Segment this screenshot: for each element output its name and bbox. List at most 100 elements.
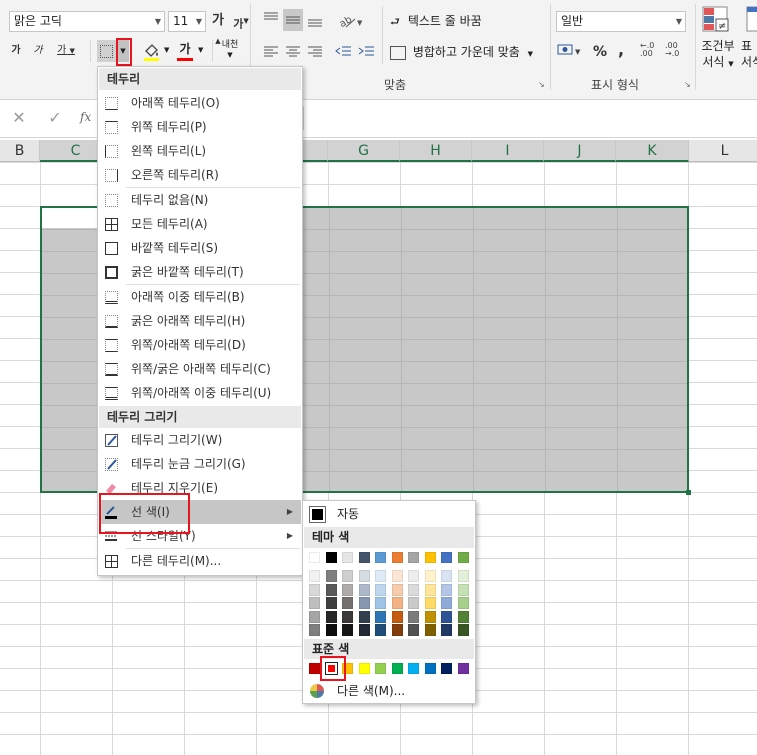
menu-item-top-border[interactable]: 위쪽 테두리(P) <box>99 115 301 139</box>
align-top-button[interactable] <box>262 9 280 27</box>
standard-color-swatch[interactable] <box>391 663 403 674</box>
font-size-combo[interactable]: 11 ▼ <box>168 11 206 32</box>
formula-input[interactable] <box>303 106 757 130</box>
chevron-down-icon[interactable]: ▼ <box>676 12 682 31</box>
more-colors-option[interactable]: 다른 색(M)... <box>305 680 473 702</box>
wrap-text-button[interactable]: ⮐ 텍스트 줄 바꿈 <box>390 11 535 31</box>
chevron-down-icon[interactable]: ▼ <box>164 46 169 54</box>
theme-color-swatch[interactable] <box>358 552 370 563</box>
theme-shade-swatch[interactable] <box>375 583 386 596</box>
automatic-color-option[interactable]: 자동 <box>305 503 473 525</box>
menu-item-more-borders[interactable]: 다른 테두리(M)... <box>99 549 301 573</box>
theme-shade-swatch[interactable] <box>424 583 436 596</box>
italic-button[interactable]: 가 <box>30 41 46 61</box>
theme-color-swatch[interactable] <box>424 552 436 563</box>
menu-item-top-bottom-border[interactable]: 위쪽/아래쪽 테두리(D) <box>99 333 301 357</box>
theme-shade-swatch[interactable] <box>391 610 403 623</box>
decrease-indent-button[interactable] <box>335 43 353 59</box>
fill-handle[interactable] <box>686 490 691 495</box>
comma-button[interactable]: , <box>614 40 628 60</box>
theme-shade-swatch[interactable] <box>375 624 386 636</box>
theme-shade-swatch[interactable] <box>375 597 386 609</box>
menu-item-thick-bottom-border[interactable]: 굵은 아래쪽 테두리(H) <box>99 309 301 333</box>
theme-shade-swatch[interactable] <box>325 610 337 623</box>
theme-shade-swatch[interactable] <box>325 570 337 582</box>
number-format-combo[interactable]: 일반 ▼ <box>556 11 686 32</box>
align-center-button[interactable] <box>284 43 302 59</box>
standard-color-swatch[interactable] <box>424 663 436 674</box>
theme-shade-swatch[interactable] <box>391 570 403 582</box>
cancel-icon[interactable]: ✕ <box>0 106 38 130</box>
theme-shade-swatch[interactable] <box>358 583 370 596</box>
theme-color-swatch[interactable] <box>325 552 337 563</box>
theme-shade-swatch[interactable] <box>325 597 337 609</box>
merge-center-button[interactable]: 병합하고 가운데 맞춤 ▼ <box>390 42 548 62</box>
column-header-L[interactable]: L <box>689 140 757 162</box>
menu-item-right-border[interactable]: 오른쪽 테두리(R) <box>99 163 301 187</box>
column-header-H[interactable]: H <box>400 140 472 162</box>
theme-shade-swatch[interactable] <box>309 583 320 596</box>
theme-shade-swatch[interactable] <box>358 610 370 623</box>
theme-shade-swatch[interactable] <box>391 624 403 636</box>
column-header-G[interactable]: G <box>328 140 400 162</box>
theme-shade-swatch[interactable] <box>408 624 419 636</box>
theme-shade-swatch[interactable] <box>408 570 419 582</box>
menu-item-no-border[interactable]: 테두리 없음(N) <box>99 188 301 212</box>
theme-shade-swatch[interactable] <box>309 624 320 636</box>
standard-color-swatch[interactable] <box>358 663 370 674</box>
theme-shade-swatch[interactable] <box>325 624 337 636</box>
theme-shade-swatch[interactable] <box>457 624 469 636</box>
theme-color-swatch[interactable] <box>441 552 452 563</box>
increase-indent-button[interactable] <box>358 43 376 59</box>
standard-color-swatch[interactable] <box>457 663 469 674</box>
menu-item-top-thick-bottom-border[interactable]: 위쪽/굵은 아래쪽 테두리(C) <box>99 357 301 381</box>
dialog-launcher-icon[interactable]: ↘ <box>538 80 545 89</box>
chevron-down-icon[interactable]: ▼ <box>70 47 75 55</box>
theme-shade-swatch[interactable] <box>408 583 419 596</box>
column-header-J[interactable]: J <box>544 140 616 162</box>
theme-shade-swatch[interactable] <box>342 583 353 596</box>
theme-shade-swatch[interactable] <box>391 597 403 609</box>
theme-shade-swatch[interactable] <box>358 597 370 609</box>
accounting-format-button[interactable]: ▼ <box>556 42 586 60</box>
menu-item-all-borders[interactable]: 모든 테두리(A) <box>99 212 301 236</box>
decrease-decimal-button[interactable]: .00 →.0 <box>665 42 687 60</box>
column-header-K[interactable]: K <box>616 140 689 162</box>
menu-item-bottom-double-border[interactable]: 아래쪽 이중 테두리(B) <box>99 285 301 309</box>
dialog-launcher-icon[interactable]: ↘ <box>684 80 691 89</box>
theme-shade-swatch[interactable] <box>391 583 403 596</box>
chevron-down-icon[interactable]: ▼ <box>198 46 203 54</box>
theme-shade-swatch[interactable] <box>375 610 386 623</box>
menu-item-outside-borders[interactable]: 바깥쪽 테두리(S) <box>99 236 301 260</box>
decrease-font-button[interactable]: 가▼ <box>233 11 249 35</box>
align-left-button[interactable] <box>262 43 280 59</box>
align-right-button[interactable] <box>306 43 324 59</box>
theme-color-swatch[interactable] <box>342 552 353 563</box>
theme-color-swatch[interactable] <box>457 552 469 563</box>
bold-button[interactable]: 가 <box>8 41 24 61</box>
font-name-combo[interactable]: 맑은 고딕 ▼ <box>9 11 165 32</box>
menu-item-top-double-bottom-border[interactable]: 위쪽/아래쪽 이중 테두리(U) <box>99 381 301 405</box>
theme-shade-swatch[interactable] <box>457 597 469 609</box>
theme-shade-swatch[interactable] <box>441 624 452 636</box>
orientation-button[interactable]: ab ▼ <box>337 11 365 31</box>
theme-shade-swatch[interactable] <box>424 610 436 623</box>
standard-color-swatch[interactable] <box>441 663 452 674</box>
theme-shade-swatch[interactable] <box>441 583 452 596</box>
menu-item-draw-border-grid[interactable]: 테두리 눈금 그리기(G) <box>99 452 301 476</box>
standard-color-swatch[interactable] <box>309 663 320 674</box>
chevron-down-icon[interactable]: ▼ <box>155 12 161 31</box>
menu-item-thick-outside-borders[interactable]: 굵은 바깥쪽 테두리(T) <box>99 260 301 284</box>
theme-color-swatch[interactable] <box>309 552 320 563</box>
theme-color-swatch[interactable] <box>408 552 419 563</box>
theme-shade-swatch[interactable] <box>441 610 452 623</box>
menu-item-bottom-border[interactable]: 아래쪽 테두리(O) <box>99 91 301 115</box>
chevron-down-icon[interactable]: ▼ <box>196 12 202 31</box>
theme-shade-swatch[interactable] <box>408 597 419 609</box>
font-color-button[interactable]: 가 <box>175 41 195 63</box>
phonetic-button[interactable]: 내천 ▼ <box>219 40 241 64</box>
theme-shade-swatch[interactable] <box>457 583 469 596</box>
theme-shade-swatch[interactable] <box>309 597 320 609</box>
theme-shade-swatch[interactable] <box>358 570 370 582</box>
align-bottom-button[interactable] <box>306 11 324 29</box>
